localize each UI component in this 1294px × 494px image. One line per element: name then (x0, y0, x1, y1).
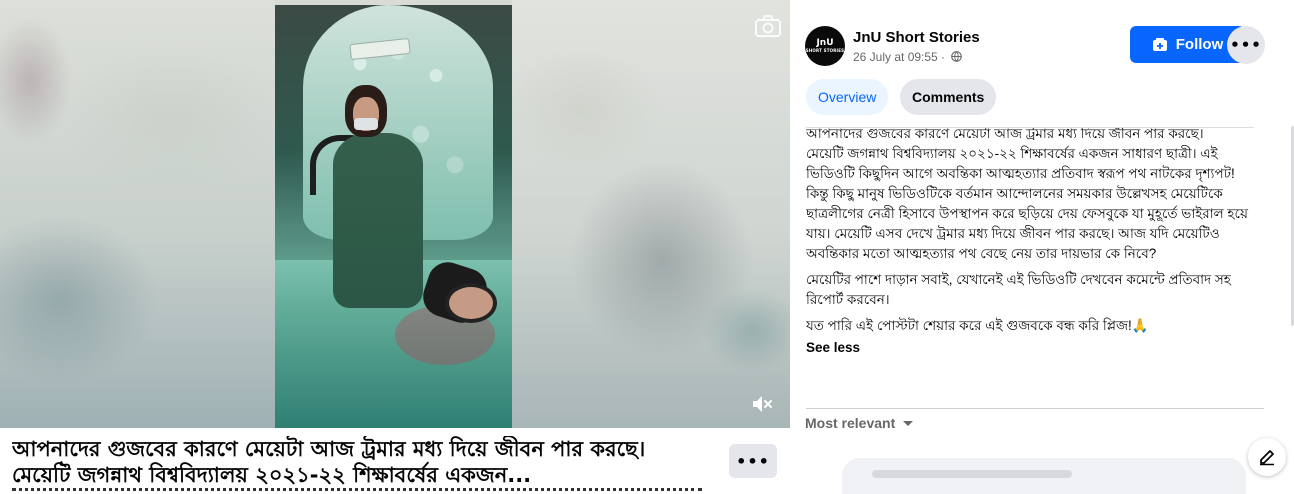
follow-label: Follow (1175, 36, 1224, 53)
avatar[interactable]: JnU SHORT STORIES (805, 26, 845, 66)
follow-page-icon (1152, 37, 1167, 51)
post-description: আপনাদের গুজবের কারণে মেয়েটা আজ ট্রমার ম… (806, 127, 1254, 405)
edit-icon (1260, 450, 1274, 466)
tab-overview[interactable]: Overview (806, 79, 889, 115)
description-paragraph-1: আপনাদের গুজবের কারণে মেয়েটা আজ ট্রমার ম… (806, 127, 1248, 261)
caption-more-options-button[interactable]: ••• (729, 444, 777, 478)
post-more-options-button[interactable]: ••• (1227, 26, 1265, 64)
comment-sort-dropdown[interactable]: Most relevant (805, 415, 914, 431)
section-divider (806, 408, 1264, 409)
compose-message-button[interactable] (1248, 438, 1286, 476)
comment-sort-label: Most relevant (805, 415, 896, 431)
description-paragraph-2: মেয়েটির পাশে দাড়ান সবাই, যেখানেই এই ভি… (806, 272, 1231, 307)
tab-comments[interactable]: Comments (900, 79, 997, 115)
post-timestamp-row: 26 July at 09:55 · (853, 50, 963, 64)
see-less-link[interactable]: See less (806, 338, 1254, 358)
video-frame[interactable] (275, 5, 512, 428)
comment-placeholder-line (872, 470, 1072, 478)
video-blurred-background-right (512, 0, 790, 428)
comment-preview[interactable] (842, 458, 1246, 494)
description-paragraph-3: যত পারি এই পোস্টটা শেয়ার করে এই গুজবকে … (806, 318, 1149, 333)
post-details-panel: JnU SHORT STORIES JnU Short Stories 26 J… (790, 0, 1294, 494)
speaker-muted-icon[interactable] (750, 393, 774, 415)
page-name[interactable]: JnU Short Stories (853, 29, 980, 46)
post-caption: আপনাদের গুজবের কারণে মেয়েটা আজ ট্রমার ম… (12, 437, 646, 487)
video-player[interactable] (0, 0, 790, 428)
video-scene-person-mask (354, 118, 378, 130)
globe-icon (951, 51, 963, 62)
video-scene-person-body (333, 133, 423, 308)
camera-icon[interactable] (754, 14, 782, 38)
post-timestamp[interactable]: 26 July at 09:55 · (853, 50, 945, 64)
video-scene-person-foot (445, 283, 497, 323)
post-caption-area: আপনাদের গুজবের কারণে মেয়েটা আজ ট্রমার ম… (0, 428, 790, 494)
chevron-down-icon (903, 421, 914, 426)
video-blurred-background-left (0, 0, 275, 428)
post-caption-overflow-line (12, 488, 702, 494)
avatar-subtext: SHORT STORIES (805, 48, 845, 53)
avatar-text: JnU (816, 38, 834, 48)
